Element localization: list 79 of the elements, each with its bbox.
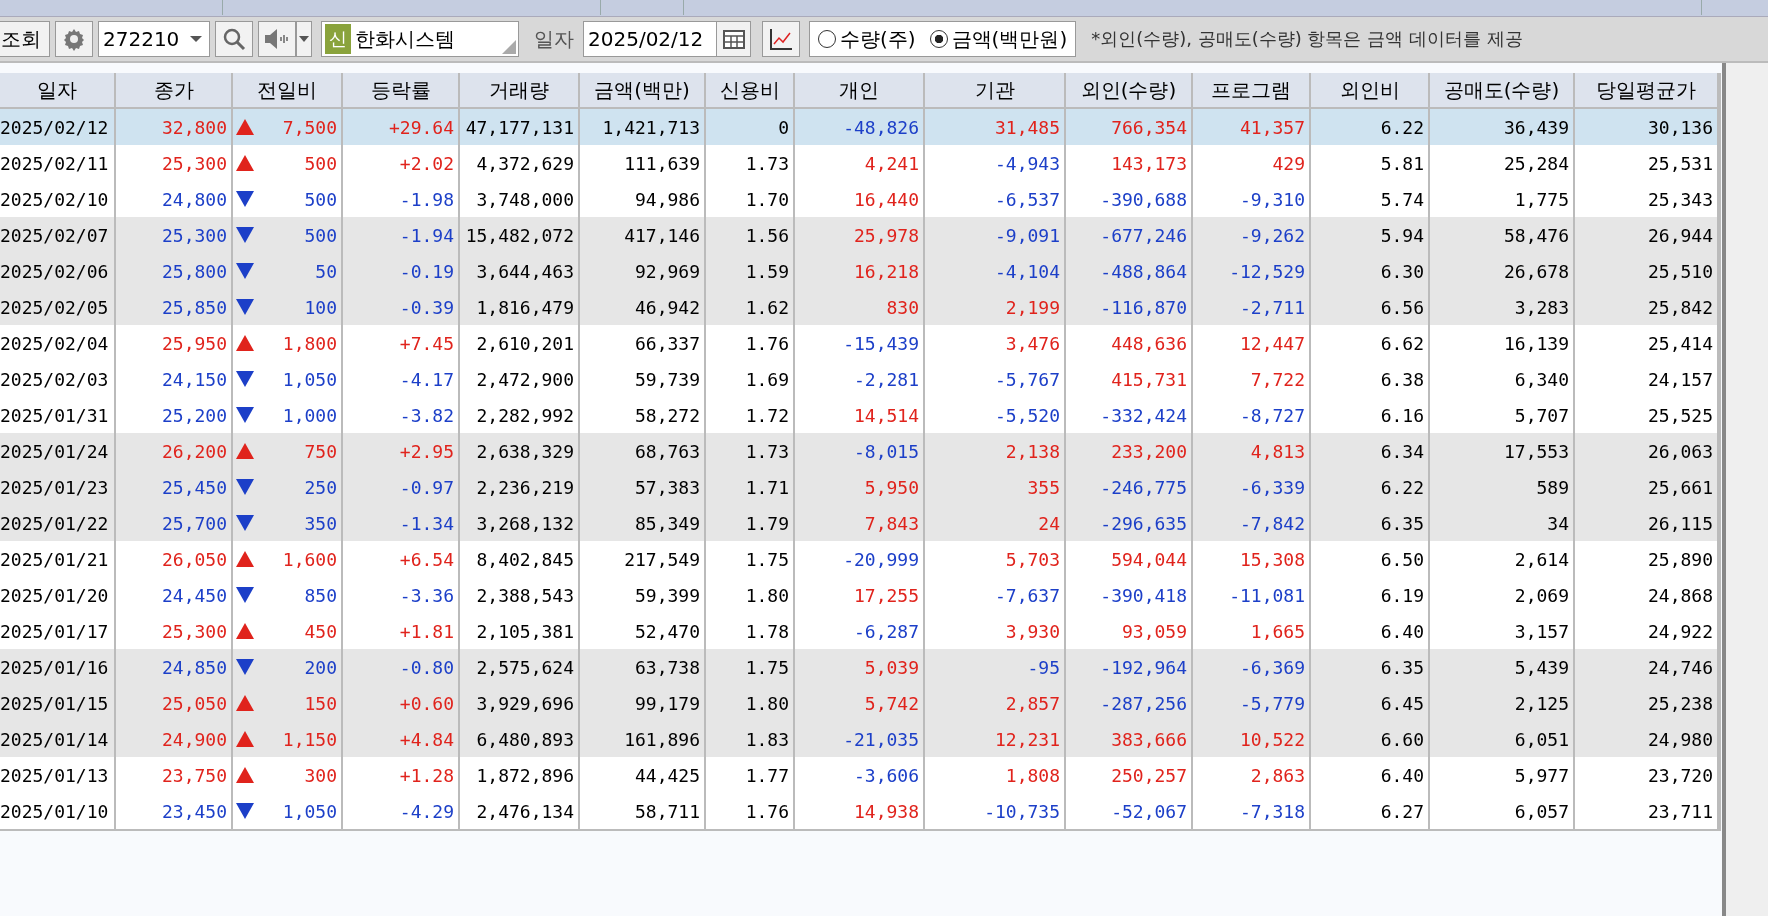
table-cell: 1,150 [282, 728, 337, 750]
query-button[interactable]: 조회 [0, 21, 50, 57]
table-cell: -4.29 [343, 793, 460, 829]
table-cell: 6,057 [1430, 793, 1575, 829]
table-row[interactable]: 2025/01/14 24,900 1,150 +4.84 6,480,893 161,896 1.83 -21,035 12,231 383,666 10,522 6.60 6,051 24,980 [0, 721, 1719, 757]
table-cell: 300 [304, 764, 337, 786]
table-row[interactable]: 2025/01/31 25,200 1,000 -3.82 2,282,992 58,272 1.72 14,514 -5,520 -332,424 -8,727 6.16 5,707 25,525 [0, 397, 1719, 433]
stock-name-field[interactable]: 신 한화시스템 [321, 21, 519, 57]
table-row[interactable]: 2025/01/20 24,450 850 -3.36 2,388,543 59,399 1.80 17,255 -7,637 -390,418 -11,081 6.19 2,069 24,868 [0, 577, 1719, 613]
date-value: 2025/02/12 [587, 27, 705, 51]
speaker-button[interactable] [258, 21, 296, 57]
unit-radio[interactable]: 수량(주) [818, 25, 916, 53]
table-row[interactable]: 2025/01/22 25,700 350 -1.34 3,268,132 85,349 1.79 7,843 24 -296,635 -7,842 6.35 34 26,115 [0, 505, 1719, 541]
table-row[interactable]: 2025/01/23 25,450 250 -0.97 2,236,219 57,383 1.71 5,950 355 -246,775 -6,339 6.22 589 25,661 [0, 469, 1719, 505]
table-cell: 1.76 [706, 793, 795, 829]
table-cell: 2,476,134 [460, 793, 580, 829]
search-button[interactable] [215, 21, 253, 57]
table-cell: 6.27 [1311, 793, 1430, 829]
table-cell: 850 [304, 584, 337, 606]
table-cell: -52,067 [1066, 793, 1193, 829]
table-cell: 7,500 [282, 116, 337, 138]
calendar-button[interactable] [716, 22, 750, 56]
table-cell: 750 [304, 440, 337, 462]
table-cell: -7,318 [1193, 793, 1311, 829]
notice-text: *외인(수량), 공매도(수량) 항목은 금액 데이터를 제공 [1091, 27, 1523, 51]
table-row[interactable]: 2025/02/05 25,850 100 -0.39 1,816,479 46,942 1.62 830 2,199 -116,870 -2,711 6.56 3,283 25,842 [0, 289, 1719, 325]
search-icon [222, 27, 246, 51]
table-row[interactable]: 2025/01/15 25,050 150 +0.60 3,929,696 99,179 1.80 5,742 2,857 -287,256 -5,779 6.45 2,125 25,238 [0, 685, 1719, 721]
table-cell: 250 [304, 476, 337, 498]
stock-code-field[interactable]: 272210 [98, 21, 210, 57]
table-cell: 1,600 [282, 548, 337, 570]
table-row[interactable]: 2025/02/06 25,800 50 -0.19 3,644,463 92,969 1.59 16,218 -4,104 -488,864 -12,529 6.30 26,678 25,510 [0, 253, 1719, 289]
table-row[interactable]: 2025/02/04 25,950 1,800 +7.45 2,610,201 66,337 1.76 -15,439 3,476 448,636 12,447 6.62 16,139 25,414 [0, 325, 1719, 361]
table-cell: 500 [304, 224, 337, 246]
unit-radio[interactable]: 금액(백만원) [929, 25, 1068, 53]
date-label: 일자 [534, 25, 574, 53]
new-listing-badge: 신 [325, 24, 351, 54]
scrollbar[interactable] [1722, 63, 1768, 916]
table-row[interactable]: 2025/01/10 23,450 1,050 -4.29 2,476,134 58,711 1.76 14,938 -10,735 -52,067 -7,318 6.27 6,057 23,711 [0, 793, 1719, 829]
table-cell: -10,735 [925, 793, 1066, 829]
table-row[interactable]: 2025/02/07 25,300 500 -1.94 15,482,072 417,146 1.56 25,978 -9,091 -677,246 -9,262 5.94 58,476 26,944 [0, 217, 1719, 253]
line-chart-icon [768, 27, 794, 51]
calendar-icon [722, 29, 745, 49]
date-field[interactable]: 2025/02/12 [583, 21, 751, 57]
table-row[interactable]: 2025/02/10 24,800 500 -1.98 3,748,000 94,986 1.70 16,440 -6,537 -390,688 -9,310 5.74 1,775 25,343 [0, 181, 1719, 217]
settings-icon [62, 27, 86, 51]
table-cell: 350 [304, 512, 337, 534]
table-row[interactable]: 2025/01/24 26,200 750 +2.95 2,638,329 68,763 1.73 -8,015 2,138 233,200 4,813 6.34 17,553 26,063 [0, 433, 1719, 469]
stock-name: 한화시스템 [354, 25, 456, 53]
table-cell: 23,450 [116, 793, 233, 829]
table-cell: 1,050 [282, 800, 337, 822]
table-cell: 50 [315, 260, 337, 282]
speaker-icon [263, 28, 291, 50]
table-row[interactable]: 2025/01/21 26,050 1,600 +6.54 8,402,845 217,549 1.75 -20,999 5,703 594,044 15,308 6.50 2,614 25,890 [0, 541, 1719, 577]
table-cell: 500 [304, 188, 337, 210]
table-cell: 1,050 [282, 368, 337, 390]
table-cell: 500 [304, 152, 337, 174]
caret-icon [189, 35, 203, 43]
table-cell: 14,938 [795, 793, 925, 829]
table-cell: 23,711 [1575, 793, 1719, 829]
dropdown-button[interactable] [296, 21, 312, 57]
settings-button[interactable] [55, 21, 93, 57]
table-cell: 200 [304, 656, 337, 678]
table-cell: 1,000 [282, 404, 337, 426]
table-cell: 58,711 [580, 793, 706, 829]
resize-grip-icon [502, 40, 516, 54]
table-row[interactable]: 2025/01/13 23,750 300 +1.28 1,872,896 44,425 1.77 -3,606 1,808 250,257 2,863 6.40 5,977 23,720 [0, 757, 1719, 793]
table-row[interactable]: 2025/01/16 24,850 200 -0.80 2,575,624 63,738 1.75 5,039 -95 -192,964 -6,369 6.35 5,439 24,746 [0, 649, 1719, 685]
table-cell: 150 [304, 692, 337, 714]
table-row[interactable]: 2025/02/03 24,150 1,050 -4.17 2,472,900 59,739 1.69 -2,281 -5,767 415,731 7,722 6.38 6,340 24,157 [0, 361, 1719, 397]
table-cell: 2025/01/10 [0, 793, 116, 829]
table-cell: 450 [304, 620, 337, 642]
chart-button[interactable] [762, 21, 800, 57]
table-row[interactable]: 2025/02/11 25,300 500 +2.02 4,372,629 111,639 1.73 4,241 -4,943 143,173 429 5.81 25,284 25,531 [0, 145, 1719, 181]
table-row[interactable]: 2025/01/17 25,300 450 +1.81 2,105,381 52,470 1.78 -6,287 3,930 93,059 1,665 6.40 3,157 24,922 [0, 613, 1719, 649]
caret-icon [298, 35, 310, 43]
table-cell: 100 [304, 296, 337, 318]
table-cell: 1,800 [282, 332, 337, 354]
table-row[interactable]: 2025/02/12 32,800 7,500 +29.64 47,177,131 1,421,713 0 -48,826 31,485 766,354 41,357 6.22 36,439 30,136 [0, 109, 1719, 145]
